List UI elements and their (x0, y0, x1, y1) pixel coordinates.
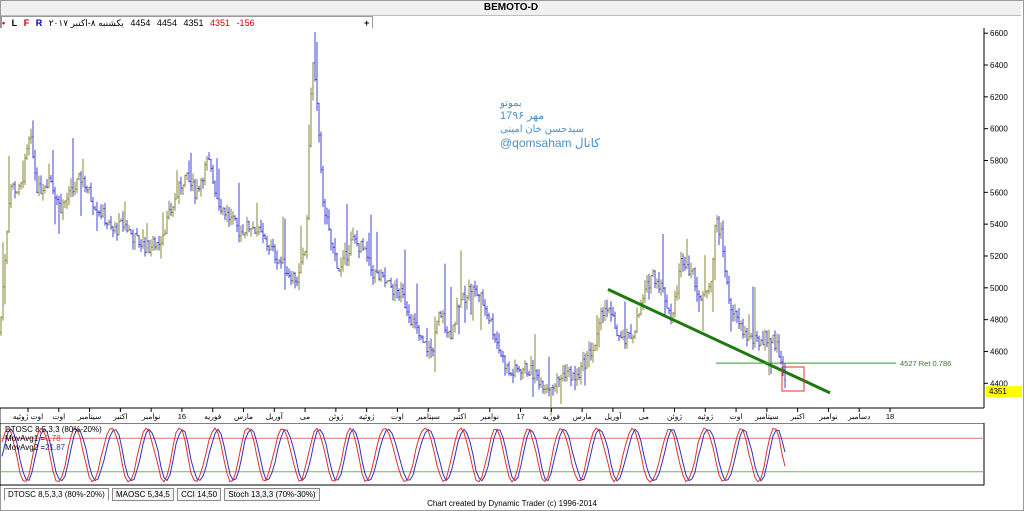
x-tick-label: فوریه (204, 412, 222, 421)
annotation-line: بموتو (499, 98, 522, 109)
price-plot-area (0, 28, 984, 408)
price-chart-panel[interactable]: 4400 4600 4800 5000 5200 5400 5600 5800 6000 6200… (0, 28, 1024, 423)
annotation-line: 17مهر ۹۶ (500, 110, 544, 122)
x-tick-label: اکتبر (789, 412, 804, 421)
movavg1-label: MovAvg1 =0.78 (5, 434, 61, 443)
y-tick-label: 5000 (990, 284, 1008, 293)
x-tick-label: آوریل (604, 411, 622, 421)
y-tick-label: 6400 (990, 61, 1008, 70)
last-price-label: 4351 (989, 387, 1007, 396)
x-tick-label: 16 (178, 412, 186, 421)
y-tick-label: 4600 (990, 347, 1008, 356)
oscillator-plot-area (0, 422, 985, 486)
y-tick-label: 5800 (990, 157, 1008, 166)
x-tick-label: فوریه (543, 412, 561, 421)
x-tick-label: اکتبر (451, 412, 466, 421)
last-price-marker: 4351 (986, 386, 1022, 398)
y-tick-labels: 4400460048005000520054005600580060006200… (984, 29, 1008, 388)
y-tick-label: 5200 (990, 252, 1008, 261)
y-tick-label: 6600 (990, 29, 1008, 38)
x-tick-label: می (300, 412, 310, 421)
x-tick-label: سپتامبر (754, 412, 779, 421)
x-tick-label: ژوئیه (359, 412, 375, 421)
x-tick-label: اوت ژوئیه (13, 412, 43, 421)
x-tick-label: 17 (516, 412, 524, 421)
x-tick-label: دسامبر (847, 412, 871, 421)
y-tick-label: 4800 (990, 316, 1008, 325)
y-tick-label: 6000 (990, 125, 1008, 134)
x-tick-label: می (639, 412, 649, 421)
x-tick-label: مارس (234, 412, 253, 421)
x-tick-label: نوامبر (480, 412, 499, 421)
x-tick-label: 18 (886, 412, 894, 421)
oscillator-title: DTOSC 8,5,3,3 (80%-20%) (5, 425, 102, 434)
x-tick-label: ژوئیه (697, 412, 713, 421)
x-tick-label: نوامبر (818, 412, 837, 421)
y-tick-label: 5400 (990, 220, 1008, 229)
x-tick-label: آوریل (266, 411, 284, 421)
x-tick-label: اوت (52, 412, 65, 421)
window-title: BEMOTO-D (1, 1, 1021, 16)
footer-credit: Chart created by Dynamic Trader (c) 1996… (427, 499, 597, 508)
x-tick-label: مارس (573, 412, 592, 421)
x-tick-label: سپتامبر (77, 412, 102, 421)
x-tick-label: سپتامبر (415, 412, 440, 421)
oscillator-panel[interactable]: DTOSC 8,5,3,3 (80%-20%) MovAvg1 =0.78 Mo… (0, 422, 1024, 488)
y-tick-label: 5600 (990, 188, 1008, 197)
x-tick-labels: اوت ژوئیه اوت سپتامبر اکتبر نوامبر 16 فوریه مار… (13, 408, 894, 421)
x-tick-label: اکتبر (112, 412, 127, 421)
x-tick-label: ژوئن (328, 412, 343, 421)
retracement-label: 4527 Ret 0.786 (900, 359, 951, 368)
x-tick-label: اوت (391, 412, 404, 421)
x-tick-label: ژوئن (667, 412, 682, 421)
oscillator-svg[interactable]: DTOSC 8,5,3,3 (80%-20%) MovAvg1 =0.78 Mo… (0, 422, 1024, 488)
annotation-line: @qomsaham کانال (500, 136, 600, 150)
x-tick-label: اوت (730, 412, 743, 421)
y-tick-label: 6200 (990, 93, 1008, 102)
price-chart-svg[interactable]: 4400460048005000520054005600580060006200… (0, 28, 1024, 423)
x-tick-label: نوامبر (141, 412, 160, 421)
movavg2-label: MovAvg2 =21.87 (5, 443, 66, 452)
annotation-line: سیدحسن خان امینی (500, 124, 584, 135)
